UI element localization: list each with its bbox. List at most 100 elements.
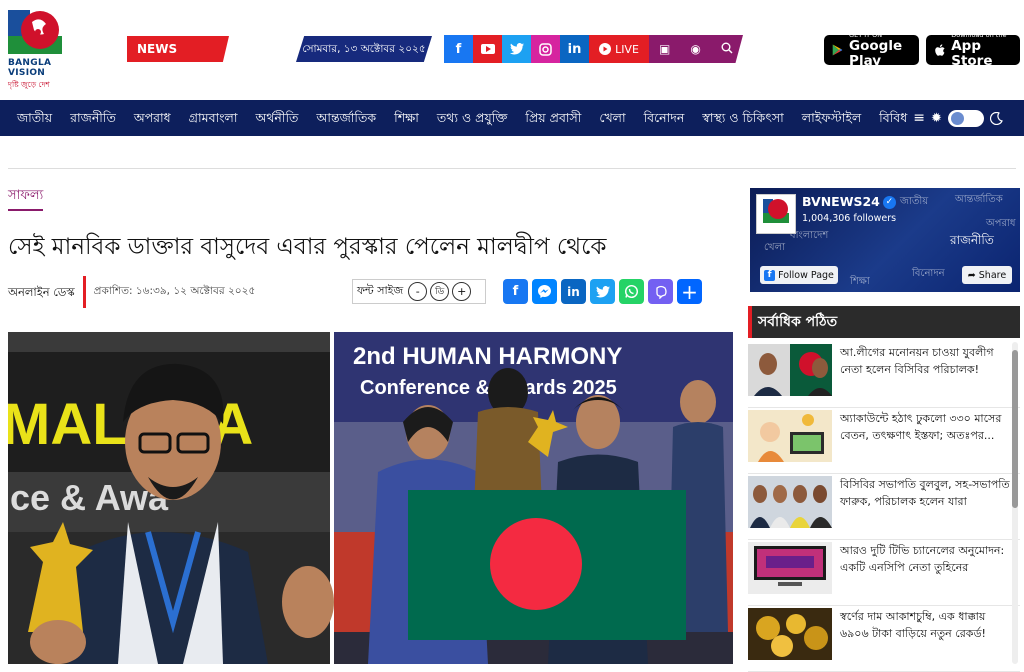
logo-tagline: দৃষ্টি জুড়ে দেশ: [8, 80, 50, 89]
list-item-thumbnail: [748, 542, 832, 594]
nav-item-education[interactable]: শিক্ষা: [385, 100, 428, 136]
play-icon: [599, 43, 612, 55]
sun-icon: ✹: [930, 110, 942, 126]
google-play-big: Google Play: [849, 38, 903, 69]
current-date: সোমবার, ১৩ অক্টোবর ২০২৫: [296, 36, 432, 62]
nav-item-misc[interactable]: বিবিধ: [870, 100, 909, 136]
nav-item-health[interactable]: স্বাস্থ্য ও চিকিৎসা: [693, 100, 792, 136]
social-bar: f in LIVE ▣ ◉: [444, 35, 743, 63]
nav-item-sports[interactable]: খেলা: [590, 100, 634, 136]
article-photo[interactable]: MALDHA ce & Awa 2nd HUMAN HARMONY Confer…: [8, 332, 733, 664]
fb-followers: 1,004,306 followers: [802, 213, 897, 224]
nav-item-tech[interactable]: তথ্য ও প্রযুক্তি: [428, 100, 517, 136]
font-decrease-button[interactable]: -: [408, 282, 428, 301]
list-item-title[interactable]: স্বর্ণের দাম আকাশচুম্বি, এক ধাক্কায় ৬৯০…: [840, 608, 1010, 671]
list-item[interactable]: আ.লীগের মনোনয়ন চাওয়া যুবলীগ নেতা হলেন …: [748, 342, 1020, 408]
fb-page-avatar: [756, 194, 796, 234]
article-image: MALDHA ce & Awa 2nd HUMAN HARMONY Confer…: [8, 332, 733, 664]
published-time: প্রকাশিত: ১৬:৩৯, ১২ অক্টোবর ২০২৫: [93, 284, 256, 297]
list-item[interactable]: অ্যাকাউন্টে হঠাৎ ঢুকলো ৩৩০ মাসের বেতন, ত…: [748, 408, 1020, 474]
list-item-title[interactable]: বিসিবির সভাপতি বুলবুল, সহ-সভাপতি ফারুক, …: [840, 476, 1010, 539]
list-item[interactable]: বিসিবির সভাপতি বুলবুল, সহ-সভাপতি ফারুক, …: [748, 474, 1020, 540]
app-store-button[interactable]: Download on the App Store: [926, 31, 1020, 69]
fb-page-name: BVNEWS24 ✓: [802, 194, 896, 209]
live-label: LIVE: [615, 42, 639, 56]
nav-item-economy[interactable]: অর্থনীতি: [247, 100, 308, 136]
camera-icon[interactable]: ◉: [690, 42, 700, 56]
facebook-icon: f: [764, 269, 776, 281]
google-play-icon: [832, 44, 843, 56]
facebook-icon[interactable]: f: [444, 35, 473, 63]
instagram-icon[interactable]: [531, 35, 560, 63]
list-item-title[interactable]: অ্যাকাউন্টে হঠাৎ ঢুকলো ৩৩০ মাসের বেতন, ত…: [840, 410, 1010, 473]
fb-watermark-6: অপরাধ: [986, 218, 1016, 229]
facebook-icon[interactable]: f: [503, 279, 528, 304]
nav-item-politics[interactable]: রাজনীতি: [61, 100, 125, 136]
author-name[interactable]: অনলাইন ডেস্ক: [8, 276, 86, 308]
scrollbar-thumb[interactable]: [1012, 350, 1018, 508]
live-button[interactable]: LIVE: [589, 35, 649, 63]
list-item-thumbnail: [748, 410, 832, 462]
viber-icon[interactable]: [648, 279, 673, 304]
site-header: BANGLA VISION দৃষ্টি জুড়ে দেশ NEWS PORT…: [0, 0, 1024, 100]
font-default-button[interactable]: ডি: [430, 282, 450, 301]
video-gallery-icon[interactable]: ▣: [659, 42, 670, 56]
sidebar-scrollbar[interactable]: [1012, 342, 1018, 664]
nav-item-international[interactable]: আন্তর্জাতিক: [307, 100, 385, 136]
messenger-icon[interactable]: [532, 279, 557, 304]
nav-item-expat[interactable]: প্রিয় প্রবাসী: [516, 100, 590, 136]
fb-watermark-2: আন্তর্জাতিক: [955, 194, 1003, 205]
google-play-button[interactable]: GET IT ON Google Play: [824, 31, 919, 69]
content-divider: [8, 168, 1016, 169]
moon-icon: [989, 111, 1003, 125]
article-category[interactable]: সাফল্য: [8, 186, 44, 211]
hamburger-menu-icon[interactable]: ≡: [913, 110, 925, 126]
list-item[interactable]: আরও দুটি টিভি চ্যানেলের অনুমোদন: একটি এন…: [748, 540, 1020, 606]
share-buttons: f in +: [503, 279, 702, 304]
whatsapp-icon[interactable]: [619, 279, 644, 304]
nav-item-rural[interactable]: গ্রামবাংলা: [180, 100, 247, 136]
nav-item-entertainment[interactable]: বিনোদন: [635, 100, 694, 136]
news-portal-badge[interactable]: NEWS PORTAL: [127, 36, 229, 62]
nav-tools: ≡ ✹: [913, 109, 1003, 127]
media-icons: ▣ ◉: [649, 35, 743, 63]
nav-item-lifestyle[interactable]: লাইফস্টাইল: [793, 100, 870, 136]
font-increase-button[interactable]: +: [452, 282, 472, 301]
list-item-title[interactable]: আ.লীগের মনোনয়ন চাওয়া যুবলীগ নেতা হলেন …: [840, 344, 1010, 407]
share-icon: ➦: [967, 269, 976, 281]
plus-icon[interactable]: +: [677, 279, 702, 304]
app-store-big: App Store: [951, 38, 993, 69]
fb-share-label: Share: [978, 269, 1007, 281]
twitter-icon[interactable]: [590, 279, 615, 304]
linkedin-icon[interactable]: in: [560, 35, 589, 63]
verified-icon: ✓: [882, 196, 896, 209]
apple-icon: [935, 43, 945, 56]
fb-follow-button[interactable]: f Follow Page: [760, 266, 838, 284]
dark-mode-toggle[interactable]: [947, 109, 984, 127]
list-item[interactable]: স্বর্ণের দাম আকাশচুম্বি, এক ধাক্কায় ৬৯০…: [748, 606, 1020, 672]
fb-page-name-text: BVNEWS24: [802, 194, 880, 209]
fb-watermark-4: খেলা: [764, 242, 785, 253]
photo-right-banner1: 2nd HUMAN HARMONY: [353, 343, 622, 370]
main-nav: জাতীয় রাজনীতি অপরাধ গ্রামবাংলা অর্থনীতি…: [0, 100, 1024, 136]
youtube-icon[interactable]: [473, 35, 502, 63]
most-read-title: সর্বাধিক পঠিত: [748, 306, 1020, 338]
fb-watermark-7: শিক্ষা: [850, 276, 870, 287]
font-size-label: ফন্ট সাইজ: [357, 284, 404, 297]
list-item-title[interactable]: আরও দুটি টিভি চ্যানেলের অনুমোদন: একটি এন…: [840, 542, 1010, 605]
site-logo[interactable]: BANGLA VISION দৃষ্টি জুড়ে দেশ: [8, 10, 62, 90]
fb-watermark-1: জাতীয়: [900, 196, 929, 207]
logo-mark-icon: [8, 10, 62, 54]
nav-item-crime[interactable]: অপরাধ: [125, 100, 180, 136]
most-read-list: আ.লীগের মনোনয়ন চাওয়া যুবলীগ নেতা হলেন …: [748, 342, 1020, 672]
facebook-page-widget[interactable]: জাতীয় আন্তর্জাতিক রাজনীতি খেলা বিনোদন অ…: [750, 188, 1020, 292]
linkedin-icon[interactable]: in: [561, 279, 586, 304]
list-item-thumbnail: [748, 476, 832, 528]
list-item-thumbnail: [748, 608, 832, 660]
search-icon[interactable]: [721, 42, 733, 57]
fb-share-button[interactable]: ➦ Share: [962, 266, 1012, 284]
fb-follow-label: Follow Page: [778, 269, 834, 281]
twitter-icon[interactable]: [502, 35, 531, 63]
fb-watermark-5: বিনোদন: [912, 268, 945, 279]
nav-item-national[interactable]: জাতীয়: [8, 100, 61, 136]
